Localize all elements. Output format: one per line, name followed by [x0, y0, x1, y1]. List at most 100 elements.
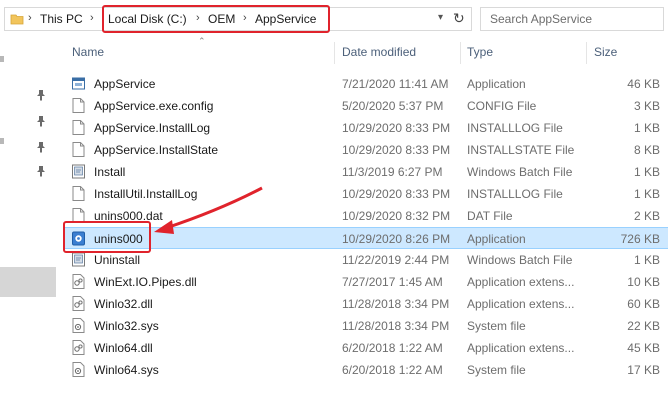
file-type: Windows Batch File	[467, 165, 573, 179]
file-size: 10 KB	[627, 275, 660, 289]
file-date-modified: 5/20/2020 5:37 PM	[342, 99, 444, 113]
file-name: Install	[94, 165, 126, 179]
breadcrumb-this-pc[interactable]: This PC	[40, 12, 83, 26]
file-type: Windows Batch File	[467, 253, 573, 267]
file-icon	[72, 142, 85, 157]
pin-icon[interactable]	[36, 115, 46, 127]
file-date-modified: 7/21/2020 11:41 AM	[342, 77, 449, 91]
column-header-type[interactable]: Type	[467, 45, 493, 59]
column-divider[interactable]	[460, 42, 461, 64]
file-row[interactable]: AppService.InstallState 10/29/2020 8:33 P…	[64, 139, 668, 161]
file-name: Uninstall	[94, 253, 141, 267]
file-row[interactable]: Uninstall 11/22/2019 2:44 PM Windows Batch…	[64, 249, 668, 271]
file-row[interactable]: Winlo32.dll 11/28/2018 3:34 PM Application…	[64, 293, 668, 315]
file-name: AppService.InstallLog	[94, 121, 211, 135]
refresh-icon[interactable]: ↻	[453, 10, 465, 27]
file-date-modified: 7/27/2017 1:45 AM	[342, 275, 443, 289]
column-header-date[interactable]: Date modified	[342, 45, 416, 59]
file-type: Application extens...	[467, 297, 575, 311]
sys-icon	[72, 318, 85, 333]
nav-marker	[0, 56, 4, 62]
file-name: Winlo32.sys	[94, 319, 159, 333]
file-date-modified: 10/29/2020 8:32 PM	[342, 209, 451, 223]
file-size: 60 KB	[627, 297, 660, 311]
file-date-modified: 10/29/2020 8:33 PM	[342, 121, 451, 135]
column-header-name[interactable]: Name	[72, 45, 104, 59]
highlight-box-address	[102, 5, 330, 33]
file-date-modified: 11/28/2018 3:34 PM	[342, 297, 450, 311]
file-type: DAT File	[467, 209, 513, 223]
batch-icon	[72, 252, 85, 267]
file-type: System file	[467, 363, 526, 377]
sys-icon	[72, 362, 85, 377]
sort-up-icon: ⌃	[198, 36, 206, 46]
file-icon	[72, 98, 85, 113]
file-size: 45 KB	[627, 341, 660, 355]
file-size: 1 KB	[633, 253, 660, 267]
nav-marker	[0, 138, 4, 144]
nav-selected-item[interactable]	[0, 267, 56, 297]
file-name: Winlo64.dll	[94, 341, 153, 355]
column-header-size[interactable]: Size	[594, 45, 617, 59]
pin-icon[interactable]	[36, 141, 46, 153]
breadcrumb-separator: ›	[90, 12, 94, 24]
file-row[interactable]: Winlo32.sys 11/28/2018 3:34 PM System file…	[64, 315, 668, 337]
file-row[interactable]: AppService.InstallLog 10/29/2020 8:33 PM I…	[64, 117, 668, 139]
file-row[interactable]: Winlo64.dll 6/20/2018 1:22 AM Application …	[64, 337, 668, 359]
file-icon	[72, 120, 85, 135]
red-arrow-annotation	[154, 186, 263, 234]
file-name: WinExt.IO.Pipes.dll	[94, 275, 197, 289]
chevron-down-icon[interactable]: ▾	[438, 12, 443, 23]
file-date-modified: 6/20/2018 1:22 AM	[342, 363, 443, 377]
file-size: 3 KB	[633, 99, 660, 113]
file-date-modified: 10/29/2020 8:33 PM	[342, 143, 451, 157]
file-size: 726 KB	[620, 232, 660, 246]
file-type: Application extens...	[467, 275, 575, 289]
file-size: 1 KB	[633, 121, 660, 135]
file-size: 46 KB	[627, 77, 660, 91]
highlight-box-unins000	[63, 221, 151, 253]
file-size: 22 KB	[627, 319, 660, 333]
file-type: Application extens...	[467, 341, 575, 355]
file-icon	[72, 186, 85, 201]
file-name: AppService.InstallState	[94, 143, 219, 157]
column-divider[interactable]	[586, 42, 587, 64]
app-icon	[72, 76, 85, 91]
file-type: System file	[467, 319, 526, 333]
file-type: INSTALLSTATE File	[467, 143, 575, 157]
pin-icon[interactable]	[36, 89, 46, 101]
column-divider[interactable]	[334, 42, 335, 64]
file-row[interactable]: WinExt.IO.Pipes.dll 7/27/2017 1:45 AM Appl…	[64, 271, 668, 293]
file-date-modified: 6/20/2018 1:22 AM	[342, 341, 443, 355]
dll-icon	[72, 274, 85, 289]
file-date-modified: 11/22/2019 2:44 PM	[342, 253, 450, 267]
file-size: 2 KB	[633, 209, 660, 223]
file-size: 8 KB	[633, 143, 660, 157]
file-type: Application	[467, 232, 526, 246]
search-placeholder: Search AppService	[490, 12, 593, 26]
pin-icon[interactable]	[36, 165, 46, 177]
file-row[interactable]: Winlo64.sys 6/20/2018 1:22 AM System file 1…	[64, 359, 668, 381]
file-name: AppService.exe.config	[94, 99, 214, 113]
folder-icon	[10, 14, 24, 25]
file-date-modified: 10/29/2020 8:26 PM	[342, 232, 451, 246]
file-size: 1 KB	[633, 187, 660, 201]
file-date-modified: 10/29/2020 8:33 PM	[342, 187, 451, 201]
breadcrumb-separator: ›	[28, 12, 32, 24]
navigation-pane	[0, 38, 62, 404]
file-size: 17 KB	[627, 363, 660, 377]
file-date-modified: 11/3/2019 6:27 PM	[342, 165, 443, 179]
file-name: AppService	[94, 77, 156, 91]
file-date-modified: 11/28/2018 3:34 PM	[342, 319, 450, 333]
batch-icon	[72, 164, 85, 179]
file-type: CONFIG File	[467, 99, 537, 113]
file-type: INSTALLLOG File	[467, 121, 563, 135]
file-row[interactable]: AppService.exe.config 5/20/2020 5:37 PM CO…	[64, 95, 668, 117]
dll-icon	[72, 296, 85, 311]
file-row[interactable]: AppService 7/21/2020 11:41 AM Application 4…	[64, 73, 668, 95]
dll-icon	[72, 340, 85, 355]
file-name: Winlo32.dll	[94, 297, 153, 311]
file-name: Winlo64.sys	[94, 363, 159, 377]
file-size: 1 KB	[633, 165, 660, 179]
file-type: Application	[467, 77, 526, 91]
